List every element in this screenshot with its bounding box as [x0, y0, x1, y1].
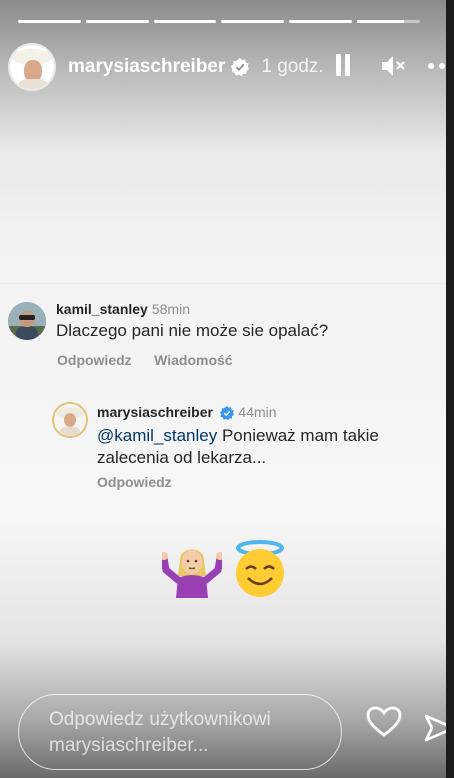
reply-text-line1: Ponieważ mam takie [217, 426, 379, 445]
comment-time: 58min [151, 301, 190, 317]
placeholder-line2: marysiaschreiber... [49, 735, 209, 756]
divider [0, 283, 446, 284]
reply-username[interactable]: marysiaschreiber [97, 404, 213, 420]
woman-shrugging-sticker [162, 549, 222, 598]
reply-placeholder: Odpowiedz użytkownikowi marysiaschreiber… [49, 707, 329, 759]
reply-mention-link[interactable]: @kamil_stanley [97, 426, 217, 445]
progress-segment-current [357, 20, 420, 23]
reply-input[interactable]: Odpowiedz użytkownikowi marysiaschreiber… [18, 694, 342, 770]
comment-reply-button[interactable]: Odpowiedz [57, 352, 132, 368]
verified-badge-icon [231, 58, 250, 76]
mute-icon[interactable] [380, 54, 406, 78]
story-viewer: marysiaschreiber 1 godz. kamil_stanley 5… [0, 0, 446, 778]
verified-badge-icon [220, 405, 235, 420]
reply-reply-button[interactable]: Odpowiedz [97, 474, 172, 490]
reply-text-line2: zalecenia od lekarza... [97, 448, 267, 467]
reply-text: @kamil_stanley Ponieważ mam takie zalece… [97, 425, 427, 469]
commenter-username[interactable]: kamil_stanley [56, 301, 148, 317]
placeholder-line1: Odpowiedz użytkownikowi [49, 709, 271, 730]
pause-icon[interactable] [336, 54, 350, 76]
reply-avatar[interactable] [52, 402, 88, 438]
angel-emoji-sticker [236, 540, 284, 597]
more-icon[interactable] [428, 54, 446, 78]
story-header: marysiaschreiber 1 godz. [8, 42, 446, 92]
progress-segment [221, 20, 285, 23]
progress-segment [85, 20, 149, 23]
avatar[interactable] [8, 43, 56, 91]
commenter-avatar[interactable] [8, 302, 46, 340]
viewer-edge [446, 0, 454, 778]
progress-segment [153, 20, 217, 23]
story-time: 1 godz. [261, 56, 324, 77]
send-icon[interactable] [424, 712, 446, 746]
story-progress [18, 20, 420, 23]
reply-time: 44min [238, 404, 277, 420]
progress-segment [289, 20, 353, 23]
story-username[interactable]: marysiaschreiber [68, 56, 225, 78]
comment-text: Dlaczego pani nie może sie opalać? [56, 321, 329, 340]
comment-message-button[interactable]: Wiadomość [154, 352, 232, 368]
progress-segment [18, 20, 81, 23]
heart-icon[interactable] [366, 706, 402, 738]
sticker-row [162, 540, 288, 598]
